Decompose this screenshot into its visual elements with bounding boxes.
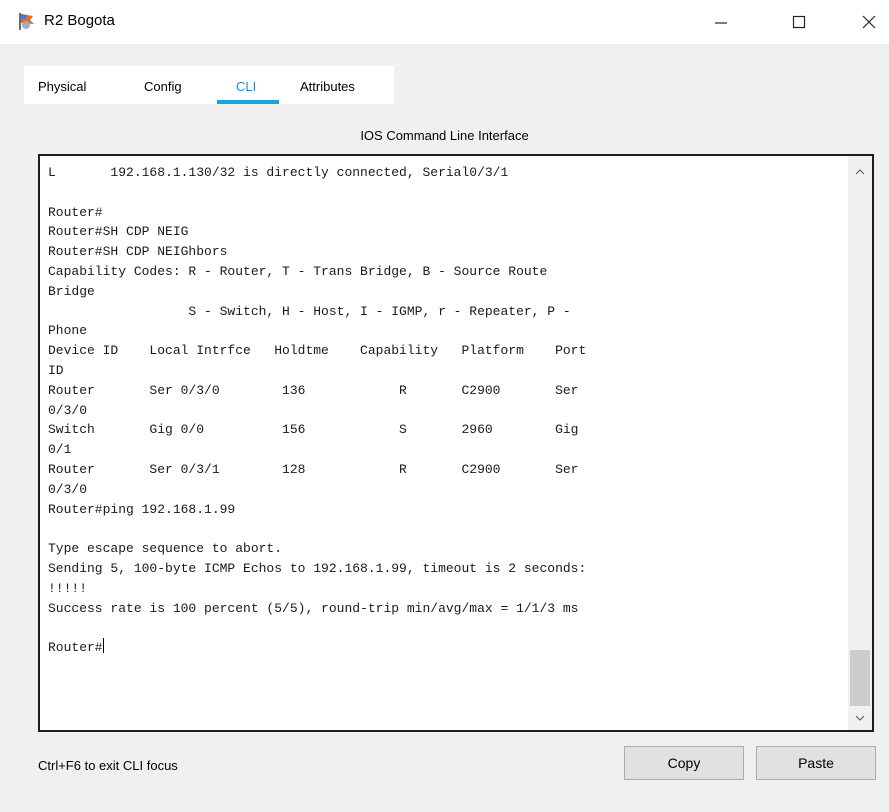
paste-button[interactable]: Paste: [756, 746, 876, 780]
cli-line: Type escape sequence to abort.: [48, 541, 283, 557]
tab-bar: Physical Config CLI Attributes: [24, 66, 394, 104]
cli-line: Sending 5, 100-byte ICMP Echos to 192.16…: [48, 560, 587, 576]
cli-caption: IOS Command Line Interface: [360, 128, 529, 143]
tab-physical[interactable]: Physical: [38, 79, 86, 94]
cli-line: 0/3/0: [48, 481, 88, 497]
cli-line: Router Ser 0/3/0 136 R C2900 Ser: [48, 382, 579, 398]
chevron-down-icon: [855, 715, 865, 721]
cli-line: Router#SH CDP NEIGhbors: [48, 244, 228, 260]
cli-output-text: L 192.168.1.130/32 is directly connected…: [48, 165, 586, 655]
cli-line: Bridge: [48, 283, 95, 299]
cli-line: Router#SH CDP NEIG: [48, 224, 189, 240]
cli-line: ID: [48, 362, 64, 378]
title-bar: R2 Bogota: [0, 0, 889, 44]
active-tab-indicator: [217, 100, 279, 104]
text-cursor: [102, 638, 104, 654]
cli-line: Capability Codes: R - Router, T - Trans …: [48, 263, 548, 279]
router-icon: [19, 13, 34, 30]
maximize-icon: [792, 15, 806, 29]
cli-terminal[interactable]: L 192.168.1.130/32 is directly connected…: [38, 154, 874, 732]
cli-line: Device ID Local Intrfce Holdtme Capabili…: [48, 343, 587, 359]
cli-line: Router#: [48, 204, 103, 220]
cli-line: L 192.168.1.130/32 is directly connected…: [48, 165, 509, 180]
cli-line: Router Ser 0/3/1 128 R C2900 Ser: [48, 461, 579, 477]
cli-line: S - Switch, H - Host, I - IGMP, r - Repe…: [188, 303, 571, 319]
close-button[interactable]: [846, 0, 889, 44]
cli-line: 0/3/0: [48, 402, 88, 418]
cli-line: Switch Gig 0/0 156 S 2960 Gig: [48, 422, 579, 438]
exit-focus-hint: Ctrl+F6 to exit CLI focus: [38, 758, 178, 773]
cli-line: 0/1: [48, 442, 72, 458]
scroll-down-button[interactable]: [848, 708, 872, 728]
chevron-up-icon: [855, 169, 865, 175]
minimize-button[interactable]: [698, 0, 744, 44]
cli-line: Phone: [48, 323, 88, 339]
copy-button[interactable]: Copy: [624, 746, 744, 780]
scroll-thumb[interactable]: [850, 650, 870, 706]
cli-line: !!!!!: [48, 580, 88, 596]
cli-line: Router#: [48, 640, 103, 656]
cli-output[interactable]: L 192.168.1.130/32 is directly connected…: [48, 163, 838, 658]
tab-config[interactable]: Config: [144, 79, 182, 94]
tab-cli[interactable]: CLI: [236, 79, 256, 94]
cli-line: Router#ping 192.168.1.99: [48, 501, 236, 517]
scroll-up-button[interactable]: [848, 162, 872, 182]
vertical-scrollbar[interactable]: [848, 156, 872, 730]
tab-attributes[interactable]: Attributes: [300, 79, 355, 94]
cli-line: Success rate is 100 percent (5/5), round…: [48, 600, 579, 616]
maximize-button[interactable]: [776, 0, 822, 44]
close-icon: [862, 15, 876, 29]
window-title: R2 Bogota: [44, 12, 115, 29]
minimize-icon: [715, 22, 727, 24]
